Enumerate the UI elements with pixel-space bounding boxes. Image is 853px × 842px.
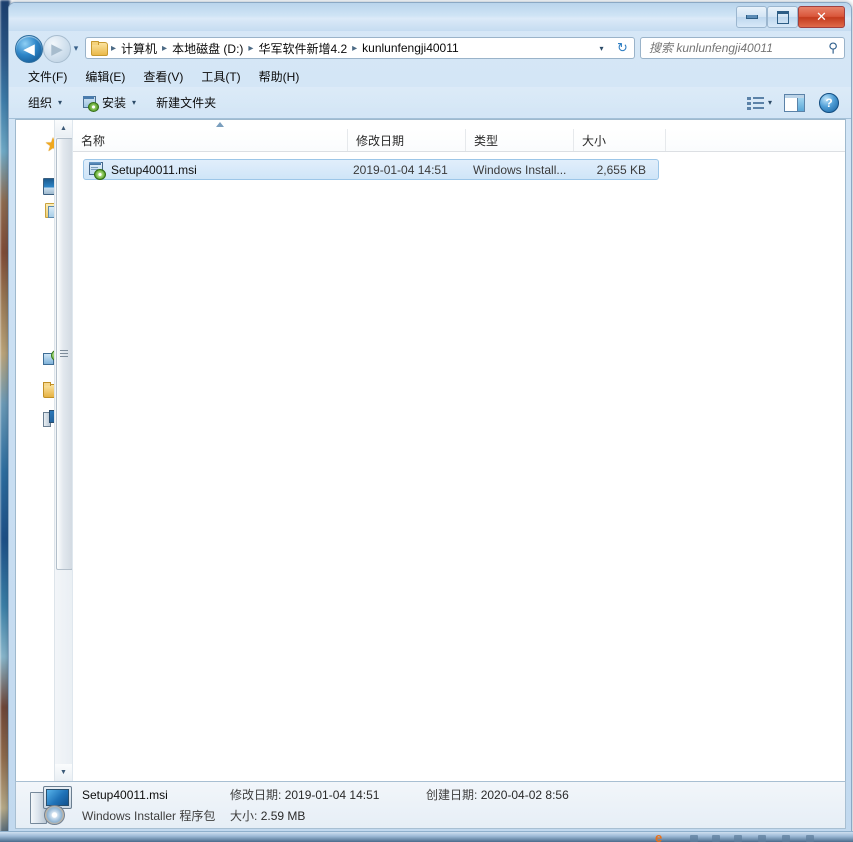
details-size-value: 2.59 MB	[260, 809, 306, 823]
search-icon: ⚲	[828, 40, 838, 55]
file-size-cell: 2,655 KB	[596, 162, 646, 177]
taskbar-item[interactable]	[734, 835, 742, 842]
scrollbar-thumb[interactable]	[56, 138, 72, 570]
file-type-cell: Windows Install...	[473, 162, 567, 177]
refresh-icon[interactable]: ↻	[611, 37, 635, 59]
breadcrumb[interactable]: ▸ 计算机 ▸ 本地磁盘 (D:) ▸ 华军软件新增4.2 ▸ kunlunfe…	[85, 37, 592, 59]
breadcrumb-separator[interactable]: ▸	[350, 43, 359, 54]
column-header-date-modified[interactable]: 修改日期	[348, 129, 466, 151]
search-input[interactable]	[641, 40, 822, 56]
recent-locations-button[interactable]: ▾	[71, 43, 81, 53]
taskbar-item[interactable]	[806, 835, 814, 842]
minimize-icon	[737, 7, 766, 27]
chevron-down-icon: ▾	[132, 98, 137, 107]
navigation-pane: ★ ▲ ▼	[16, 120, 73, 781]
breadcrumb-item-computer[interactable]: 计算机	[118, 38, 160, 59]
taskbar: e	[0, 831, 853, 842]
menu-help[interactable]: 帮助(H)	[250, 66, 309, 87]
minimize-button[interactable]	[736, 6, 767, 28]
forward-button[interactable]: ▶	[43, 35, 71, 63]
breadcrumb-separator[interactable]: ▸	[109, 43, 118, 54]
back-button[interactable]: ◀	[15, 35, 43, 63]
breadcrumb-item-current-folder[interactable]: kunlunfengji40011	[359, 39, 462, 57]
title-bar: ✕	[9, 3, 851, 31]
folder-icon	[91, 41, 108, 56]
close-icon: ✕	[816, 9, 827, 24]
breadcrumb-item-drive-d[interactable]: 本地磁盘 (D:)	[169, 38, 246, 59]
close-button[interactable]: ✕	[798, 6, 845, 28]
taskbar-item[interactable]	[758, 835, 766, 842]
breadcrumb-separator[interactable]: ▸	[246, 43, 255, 54]
column-header-name[interactable]: 名称	[73, 129, 348, 151]
internet-explorer-icon[interactable]: e	[655, 833, 675, 842]
details-size-group: 大小: 2.59 MB	[230, 807, 305, 824]
new-folder-label: 新建文件夹	[156, 96, 217, 110]
details-line-secondary: Windows Installer 程序包 大小: 2.59 MB	[82, 807, 569, 824]
scroll-up-icon[interactable]: ▲	[55, 120, 72, 137]
back-arrow-icon: ◀	[23, 40, 35, 58]
breadcrumb-separator[interactable]: ▸	[160, 43, 169, 54]
forward-arrow-icon: ▶	[51, 40, 63, 58]
file-date-cell: 2019-01-04 14:51	[353, 162, 448, 177]
details-modified-label: 修改日期:	[230, 788, 282, 802]
details-size-label: 大小:	[230, 809, 258, 823]
menu-view[interactable]: 查看(V)	[134, 66, 192, 87]
toolbar: 组织 ▾ 安装 ▾ 新建文件夹 ▾ ?	[9, 87, 851, 119]
explorer-window: ✕ ◀ ▶ ▾ ▸ 计算机 ▸ 本地磁盘 (D:) ▸ 华军软件新增4.2 ▸ …	[8, 2, 852, 836]
scrollbar-grip	[60, 350, 68, 358]
installer-icon	[82, 95, 100, 112]
organize-label: 组织	[28, 96, 53, 110]
details-pane: Setup40011.msi 修改日期: 2019-01-04 14:51 创建…	[15, 781, 846, 829]
menu-edit[interactable]: 编辑(E)	[76, 66, 134, 87]
msi-installer-icon	[89, 161, 106, 180]
main-content-area: ★ ▲ ▼ 名称 修改日期 类型 大小 Setup40011.msi 2019-…	[15, 119, 846, 782]
taskbar-item[interactable]	[712, 835, 720, 842]
computer-cd-icon	[30, 786, 72, 825]
details-created-value: 2020-04-02 8:56	[480, 788, 569, 802]
preview-pane-icon[interactable]	[784, 93, 805, 112]
breadcrumb-item-huajun[interactable]: 华军软件新增4.2	[255, 38, 350, 59]
window-title	[97, 6, 397, 23]
details-modified-group: 修改日期: 2019-01-04 14:51	[230, 786, 426, 803]
organize-button[interactable]: 组织 ▾	[21, 90, 69, 115]
menu-bar: 文件(F) 编辑(E) 查看(V) 工具(T) 帮助(H)	[9, 65, 851, 87]
details-created-label: 创建日期:	[426, 788, 478, 802]
file-name-cell: Setup40011.msi	[84, 159, 349, 180]
help-icon[interactable]: ?	[819, 92, 839, 113]
install-label: 安装	[102, 96, 127, 110]
menu-file[interactable]: 文件(F)	[19, 66, 76, 87]
new-folder-button[interactable]: 新建文件夹	[149, 90, 223, 115]
sort-ascending-icon[interactable]	[216, 122, 225, 128]
details-file-name: Setup40011.msi	[82, 787, 168, 802]
install-button[interactable]: 安装 ▾	[75, 90, 143, 115]
chevron-down-icon[interactable]: ▾	[768, 98, 772, 107]
column-header-size[interactable]: 大小	[574, 129, 666, 151]
maximize-button[interactable]	[767, 6, 798, 28]
details-modified-value: 2019-01-04 14:51	[284, 788, 380, 802]
chevron-down-icon[interactable]: ▾	[592, 37, 611, 59]
column-header-type[interactable]: 类型	[466, 129, 574, 151]
toolbar-right-group: ▾ ?	[746, 92, 851, 113]
navigation-pane-scrollbar[interactable]: ▲ ▼	[54, 120, 72, 781]
details-file-type: Windows Installer 程序包	[82, 809, 216, 823]
details-line-primary: Setup40011.msi 修改日期: 2019-01-04 14:51 创建…	[82, 786, 569, 803]
chevron-down-icon: ▾	[58, 98, 63, 107]
search-box[interactable]: ⚲	[640, 37, 845, 59]
details-text-group: Setup40011.msi 修改日期: 2019-01-04 14:51 创建…	[82, 786, 569, 824]
maximize-icon	[768, 7, 797, 27]
menu-tools[interactable]: 工具(T)	[192, 66, 249, 87]
taskbar-item[interactable]	[690, 835, 698, 842]
details-created-group: 创建日期: 2020-04-02 8:56	[426, 786, 569, 803]
address-bar-row: ◀ ▶ ▾ ▸ 计算机 ▸ 本地磁盘 (D:) ▸ 华军软件新增4.2 ▸ ku…	[9, 31, 851, 65]
column-header-row: 名称 修改日期 类型 大小	[73, 129, 845, 152]
file-name-label: Setup40011.msi	[111, 162, 197, 177]
view-options-icon[interactable]	[746, 96, 764, 110]
table-row[interactable]: Setup40011.msi 2019-01-04 14:51 Windows …	[83, 159, 659, 180]
taskbar-item[interactable]	[782, 835, 790, 842]
scroll-down-icon[interactable]: ▼	[55, 764, 72, 781]
file-list-pane: 名称 修改日期 类型 大小 Setup40011.msi 2019-01-04 …	[73, 120, 845, 781]
